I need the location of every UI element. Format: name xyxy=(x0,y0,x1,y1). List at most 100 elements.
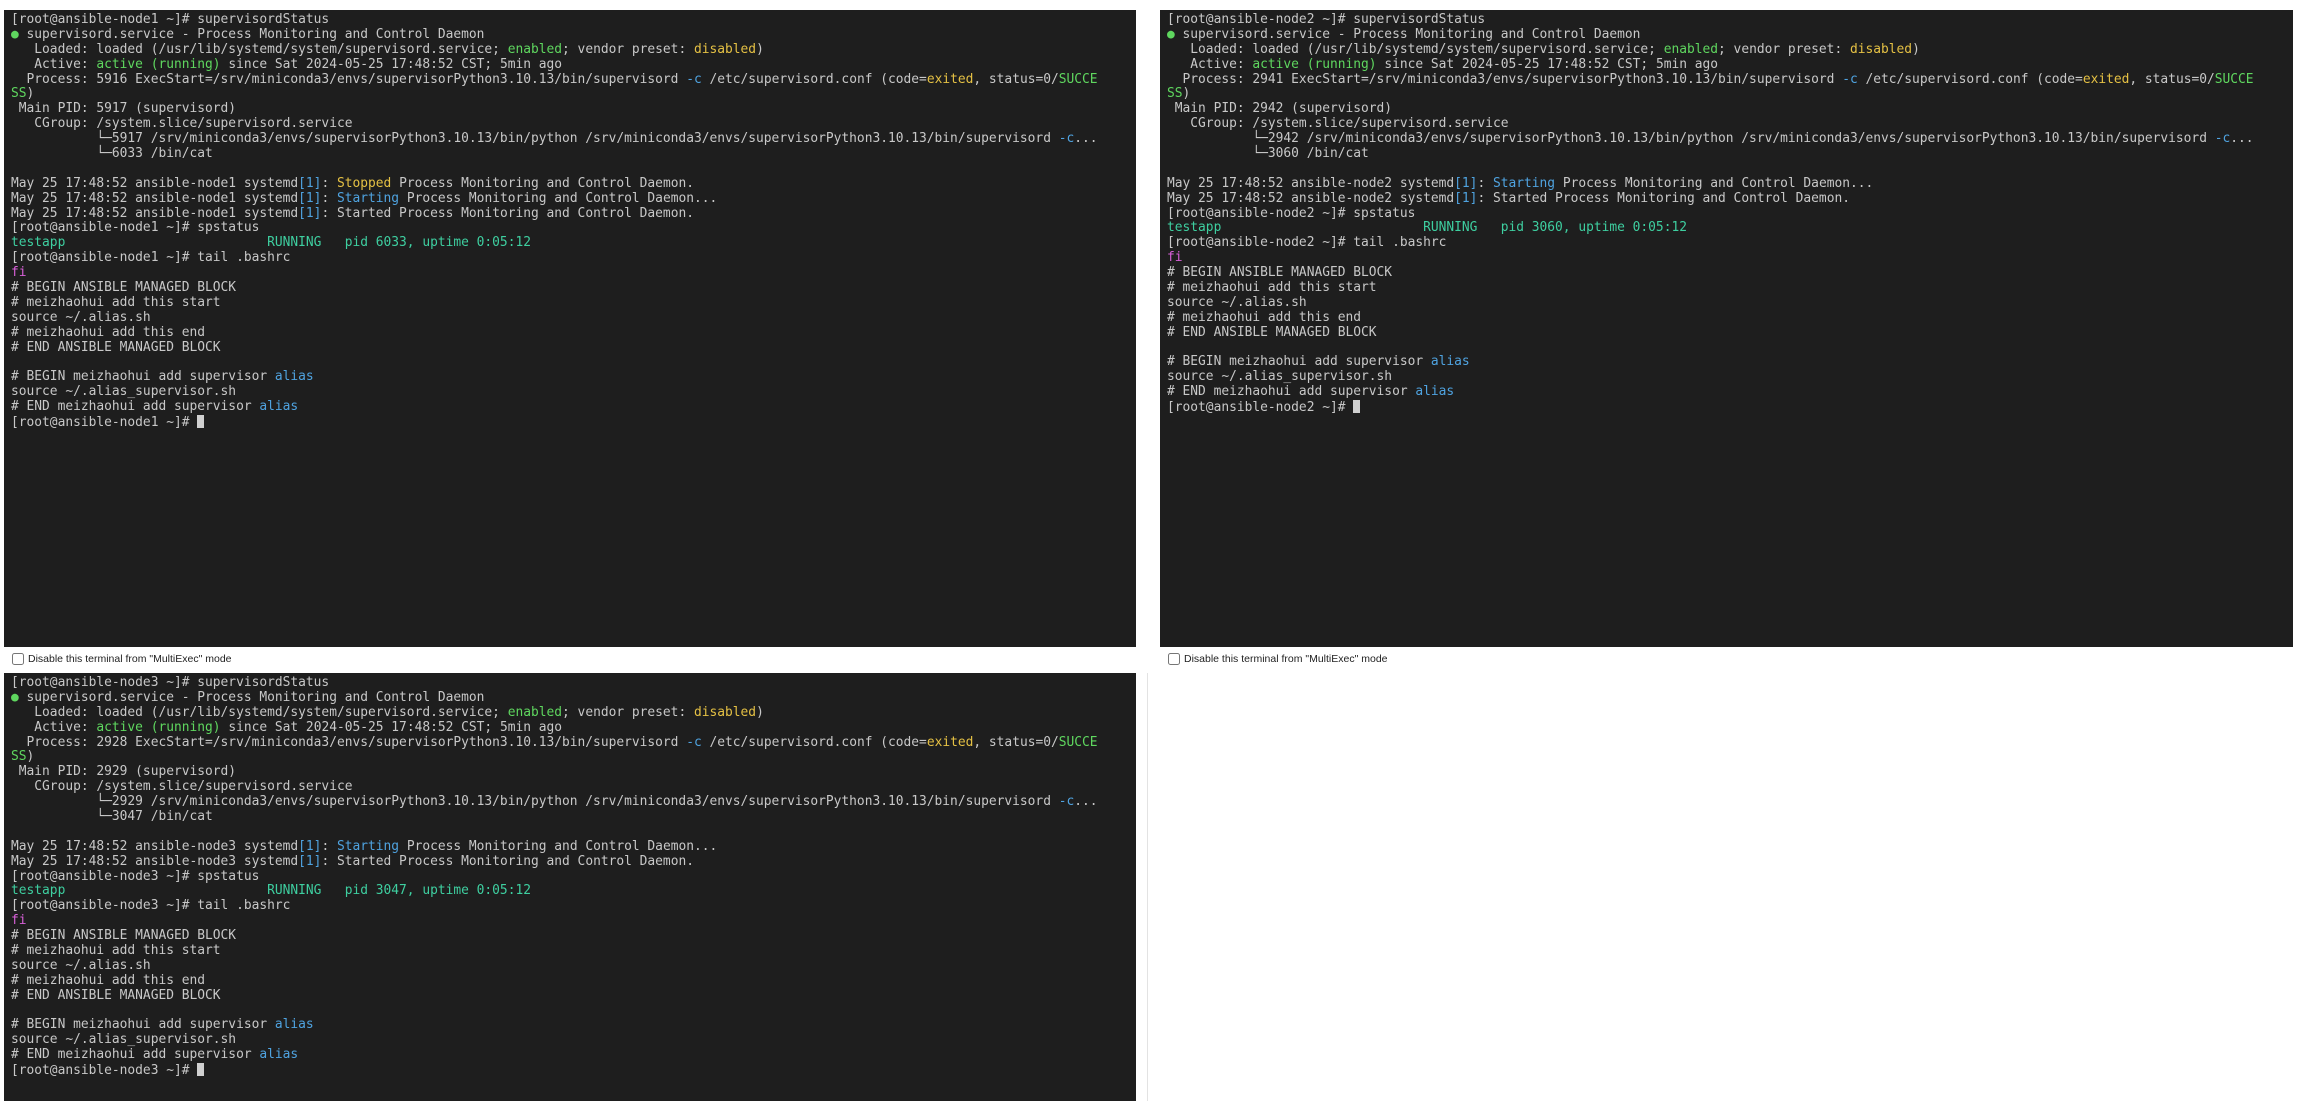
terminal-node1[interactable]: [root@ansible-node1 ~]# supervisordStatu… xyxy=(4,10,1136,647)
terminal-line: May 25 17:48:52 ansible-node1 systemd[1]… xyxy=(11,190,1136,207)
terminal-text: ; vendor preset: xyxy=(1718,41,1850,57)
terminal-line: Main PID: 2942 (supervisord) xyxy=(1167,101,2293,117)
terminal-text: Main PID: 2929 (supervisord) xyxy=(11,764,237,780)
multiexec-toggle-node1[interactable]: Disable this terminal from "MultiExec" m… xyxy=(12,653,232,665)
terminal-line: source ~/.alias.sh xyxy=(11,310,1136,326)
terminal-text: # END meizhaohui add supervisor xyxy=(1167,384,1416,400)
terminal-text: since Sat 2024-05-25 17:48:52 CST; 5min … xyxy=(1376,56,1719,72)
terminal-text: alias xyxy=(1430,354,1470,370)
terminal-text: [1] xyxy=(1454,175,1478,191)
terminal-text: # BEGIN ANSIBLE MANAGED BLOCK xyxy=(11,928,237,944)
terminal-line: testapp RUNNING pid 3060, uptime 0:05:12 xyxy=(1167,221,2293,236)
terminal-text: Process: 2928 ExecStart=/srv/miniconda3/… xyxy=(11,734,687,750)
terminal-text: : xyxy=(321,838,337,854)
terminal-text: alias xyxy=(274,1017,314,1033)
terminal-node3[interactable]: [root@ansible-node3 ~]# supervisordStatu… xyxy=(4,673,1136,1101)
terminal-text: [root@ansible-node1 ~]# tail .bashrc xyxy=(11,250,291,266)
terminal-text: └─5917 /srv/miniconda3/envs/supervisorPy… xyxy=(11,131,1059,147)
terminal-text: since Sat 2024-05-25 17:48:52 CST; 5min … xyxy=(220,56,563,72)
terminal-text: , status=0/ xyxy=(973,734,1059,750)
terminal-text: CGroup: /system.slice/supervisord.servic… xyxy=(11,779,353,795)
terminal-text: SS xyxy=(1167,86,1183,102)
terminal-line: CGroup: /system.slice/supervisord.servic… xyxy=(1167,116,2293,132)
terminal-text: # END meizhaohui add supervisor xyxy=(11,1047,260,1063)
terminal-line: SS) xyxy=(11,87,1136,102)
terminal-line: # END meizhaohui add supervisor alias xyxy=(11,1047,1136,1063)
terminal-text: # meizhaohui add this end xyxy=(1167,309,1362,325)
terminal-line: source ~/.alias_supervisor.sh xyxy=(11,1032,1136,1048)
multiexec-checkbox-node1[interactable] xyxy=(12,653,24,665)
terminal-text: source ~/.alias_supervisor.sh xyxy=(1167,369,1393,385)
terminal-text: Active: xyxy=(1167,56,1253,72)
terminal-line: Active: active (running) since Sat 2024-… xyxy=(1167,56,2293,73)
terminal-line: source ~/.alias_supervisor.sh xyxy=(11,384,1136,400)
terminal-text: active (running) xyxy=(1252,56,1377,72)
terminal-line: May 25 17:48:52 ansible-node3 systemd[1]… xyxy=(11,853,1136,870)
terminal-text: └─3060 /bin/cat xyxy=(1167,146,1369,162)
terminal-text: May 25 17:48:52 ansible-node3 systemd xyxy=(11,838,299,854)
terminal-cursor xyxy=(197,1063,205,1077)
terminal-text: ● xyxy=(11,26,19,42)
terminal-text: Process: 5916 ExecStart=/srv/miniconda3/… xyxy=(11,71,687,87)
terminal-text: [root@ansible-node1 ~]# spstatus xyxy=(11,220,260,236)
terminal-line: # meizhaohui add this start xyxy=(11,943,1136,959)
terminal-text: CGroup: /system.slice/supervisord.servic… xyxy=(1167,116,1509,132)
multiexec-label-node2: Disable this terminal from "MultiExec" m… xyxy=(1184,653,1388,665)
terminal-text: -c xyxy=(686,734,702,750)
multiexec-toggle-node2[interactable]: Disable this terminal from "MultiExec" m… xyxy=(1168,653,1388,665)
terminal-text: [1] xyxy=(298,190,322,206)
terminal-line: [root@ansible-node2 ~]# spstatus xyxy=(1167,206,2293,222)
terminal-line: # BEGIN ANSIBLE MANAGED BLOCK xyxy=(11,928,1136,944)
terminal-text: [1] xyxy=(298,853,322,869)
terminal-line: Active: active (running) since Sat 2024-… xyxy=(11,56,1136,73)
terminal-line: Process: 2941 ExecStart=/srv/miniconda3/… xyxy=(1167,71,2293,88)
terminal-line: # meizhaohui add this end xyxy=(11,973,1136,989)
terminal-text: └─2929 /srv/miniconda3/envs/supervisorPy… xyxy=(11,794,1059,810)
terminal-text: enabled xyxy=(507,41,563,57)
terminal-line: Main PID: 2929 (supervisord) xyxy=(11,764,1136,780)
terminal-text: Loaded: loaded (/usr/lib/systemd/system/… xyxy=(11,704,508,720)
terminal-line: source ~/.alias_supervisor.sh xyxy=(1167,369,2293,385)
terminal-line: # END ANSIBLE MANAGED BLOCK xyxy=(1167,325,2293,341)
terminal-text: ) xyxy=(26,86,35,102)
terminal-text: fi xyxy=(11,265,27,281)
terminal-line: # meizhaohui add this end xyxy=(1167,309,2293,326)
terminal-text: testapp RUNNING pid 3060, uptime 0:05:12 xyxy=(1167,220,1687,236)
terminal-line: SS) xyxy=(1167,87,2293,102)
terminal-text: └─3047 /bin/cat xyxy=(11,809,213,825)
terminal-text: ... xyxy=(1074,794,1098,810)
terminal-text: -c xyxy=(1058,131,1075,147)
terminal-line: May 25 17:48:52 ansible-node2 systemd[1]… xyxy=(1167,190,2293,207)
terminal-line: fi xyxy=(1167,250,2293,266)
terminal-text: ) xyxy=(26,749,35,765)
terminal-line: CGroup: /system.slice/supervisord.servic… xyxy=(11,779,1136,795)
terminal-text: # meizhaohui add this start xyxy=(11,294,221,310)
terminal-text: [1] xyxy=(1454,190,1478,206)
terminal-text: enabled xyxy=(1663,41,1719,57)
terminal-line: # meizhaohui add this start xyxy=(1167,280,2293,296)
terminal-text: Main PID: 5917 (supervisord) xyxy=(11,101,237,117)
terminal-text: May 25 17:48:52 ansible-node1 systemd xyxy=(11,175,299,191)
terminal-node2[interactable]: [root@ansible-node2 ~]# supervisordStatu… xyxy=(1160,10,2293,647)
terminal-line: └─5917 /srv/miniconda3/envs/supervisorPy… xyxy=(11,131,1136,147)
terminal-text: ● xyxy=(11,689,19,705)
terminal-text: disabled xyxy=(693,704,757,720)
terminal-text: Process Monitoring and Control Daemon... xyxy=(399,190,718,206)
terminal-line: Loaded: loaded (/usr/lib/systemd/system/… xyxy=(1167,41,2293,58)
terminal-text: CGroup: /system.slice/supervisord.servic… xyxy=(11,116,353,132)
terminal-line: # BEGIN ANSIBLE MANAGED BLOCK xyxy=(1167,265,2293,281)
terminal-text: alias xyxy=(1415,384,1455,400)
terminal-text: disabled xyxy=(1849,41,1913,57)
terminal-text: -c xyxy=(686,71,702,87)
terminal-text: : Started Process Monitoring and Control… xyxy=(321,205,694,221)
terminal-text: , status=0/ xyxy=(2129,71,2215,87)
terminal-text: ) xyxy=(756,41,764,57)
terminal-text: exited xyxy=(926,71,974,87)
terminal-text: # BEGIN ANSIBLE MANAGED BLOCK xyxy=(1167,265,1393,281)
terminal-text: : Started Process Monitoring and Control… xyxy=(1477,190,1850,206)
terminal-text: [root@ansible-node3 ~]# tail .bashrc xyxy=(11,898,291,914)
multiexec-checkbox-node2[interactable] xyxy=(1168,653,1180,665)
terminal-text: ) xyxy=(1912,41,1920,57)
